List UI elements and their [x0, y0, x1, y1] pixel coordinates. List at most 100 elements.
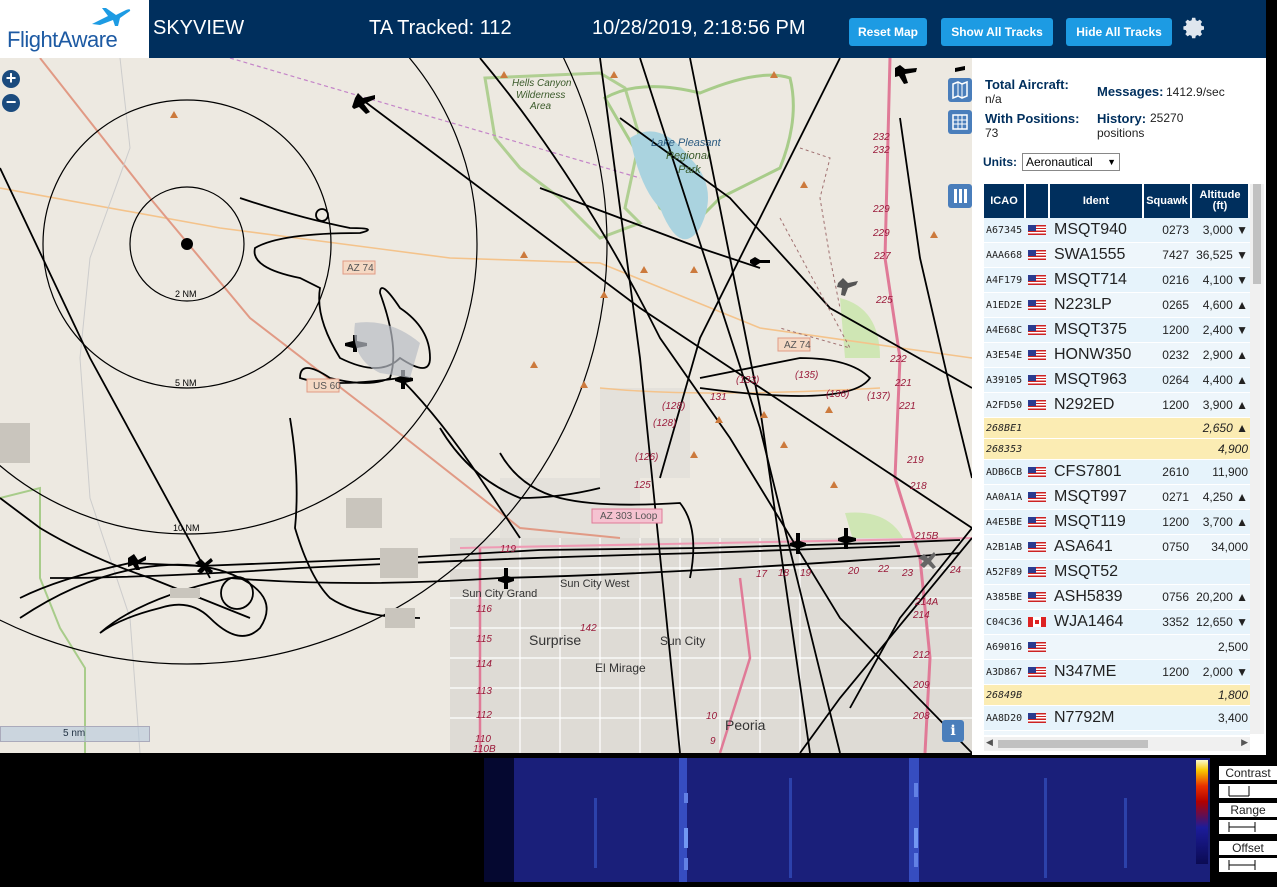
flag-cell — [1028, 667, 1052, 678]
show-all-tracks-button[interactable]: Show All Tracks — [941, 18, 1053, 46]
map-view[interactable]: 2 NM 5 NM 10 NM Hells Canyon Wilderness … — [0, 58, 972, 753]
table-row[interactable]: 26849B 1,800 — [984, 685, 1250, 706]
intensity-color-bar — [1196, 760, 1208, 864]
table-row[interactable]: AA0A1A MSQT997 0271 4,250 ▲ — [984, 485, 1250, 510]
table-row[interactable]: A4F179 MSQT714 0216 4,100 ▼ — [984, 268, 1250, 293]
table-row[interactable]: A4E68C MSQT375 1200 2,400 ▼ — [984, 318, 1250, 343]
zoom-out-button[interactable]: − — [2, 93, 20, 112]
altitude-cell: 3,900 ▲ — [1202, 398, 1248, 412]
squawk-cell: 0265 — [1162, 298, 1189, 312]
col-flag[interactable] — [1026, 184, 1050, 218]
scrollbar-thumb[interactable] — [1253, 184, 1261, 284]
flag-cell — [1028, 617, 1052, 628]
units-select[interactable]: Aeronautical ▼ — [1022, 153, 1120, 171]
table-row[interactable]: A69016 2,500 — [984, 635, 1250, 660]
history-value: 25270 — [1150, 111, 1184, 125]
history-label: History: — [1097, 111, 1147, 126]
svg-text:(136): (136) — [826, 389, 849, 400]
canada-flag-icon — [1028, 617, 1046, 627]
table-row[interactable]: 268353 4,900 — [984, 439, 1250, 460]
svg-text:(133): (133) — [736, 375, 759, 386]
us-flag-icon — [1028, 300, 1046, 310]
svg-text:5 NM: 5 NM — [175, 378, 197, 388]
col-squawk[interactable]: Squawk — [1144, 184, 1192, 218]
svg-text:209: 209 — [912, 680, 930, 691]
svg-text:Peoria: Peoria — [725, 717, 766, 733]
icao-cell: AA8D20 — [986, 712, 1023, 724]
datetime: 10/28/2019, 2:18:56 PM — [592, 17, 806, 39]
flightaware-logo[interactable]: FlightAware — [0, 0, 149, 58]
us-flag-icon — [1028, 400, 1046, 410]
squawk-cell: 0264 — [1162, 373, 1189, 387]
history-unit: positions — [1097, 126, 1145, 140]
aircraft-table[interactable]: A67345 MSQT940 0273 3,000 ▼ AAA668 SWA1555 742… — [984, 218, 1250, 735]
svg-text:229: 229 — [872, 204, 890, 215]
table-vertical-scrollbar[interactable] — [1250, 184, 1264, 734]
table-row[interactable]: A3D867 N347ME 1200 2,000 ▼ — [984, 660, 1250, 685]
scroll-left-icon[interactable]: ◀ — [986, 737, 993, 748]
flag-cell — [1028, 400, 1052, 411]
table-row[interactable]: A52F89 MSQT52 — [984, 560, 1250, 585]
table-row[interactable]: A2B1AB ASA641 0750 34,000 — [984, 535, 1250, 560]
svg-text:232: 232 — [872, 132, 890, 143]
range-label: Range — [1219, 803, 1277, 817]
col-ident[interactable]: Ident — [1050, 184, 1144, 218]
svg-text:113: 113 — [476, 686, 492, 697]
table-row[interactable]: A2FD50 N292ED 1200 3,900 ▲ — [984, 393, 1250, 418]
ident-cell: MSQT119 — [1054, 513, 1126, 530]
map-canvas[interactable]: 2 NM 5 NM 10 NM Hells Canyon Wilderness … — [0, 58, 972, 753]
reset-map-button[interactable]: Reset Map — [849, 18, 927, 46]
ident-cell: N856EF — [1052, 734, 1146, 735]
table-row[interactable]: AAA668 SWA1555 7427 36,525 ▼ — [984, 243, 1250, 268]
offset-slider[interactable] — [1219, 858, 1277, 872]
ident-cell: MSQT963 — [1054, 371, 1127, 388]
scrollbar-thumb[interactable] — [998, 740, 1148, 748]
map-layers-icon[interactable] — [948, 78, 972, 102]
icao-cell: AAA668 — [986, 249, 1023, 261]
range-slider[interactable] — [1219, 820, 1277, 834]
squawk-cell: 0750 — [1162, 540, 1189, 554]
table-horizontal-scrollbar[interactable]: ◀ ▶ — [984, 737, 1250, 751]
table-row[interactable]: AA8D20 N7792M 3,400 — [984, 706, 1250, 731]
receiver-location-marker — [181, 238, 193, 250]
col-icao[interactable]: ICAO — [984, 184, 1026, 218]
column-toggle-icon[interactable] — [948, 184, 972, 208]
table-row[interactable]: ADB6CB CFS7801 2610 11,900 — [984, 460, 1250, 485]
table-row[interactable]: A39105 MSQT963 0264 4,400 ▲ — [984, 368, 1250, 393]
flag-cell — [1028, 713, 1052, 724]
icao-cell: A3D867 — [986, 666, 1023, 678]
contrast-slider[interactable] — [1219, 784, 1277, 798]
zoom-in-button[interactable]: + — [2, 69, 20, 88]
grid-toggle-icon[interactable] — [948, 110, 972, 134]
svg-text:(128): (128) — [653, 418, 676, 429]
table-row[interactable]: A67345 MSQT940 0273 3,000 ▼ — [984, 218, 1250, 243]
table-row[interactable]: A385BE ASH5839 0756 20,200 ▲ — [984, 585, 1250, 610]
table-row[interactable]: A3E54E HONW350 0232 2,900 ▲ — [984, 343, 1250, 368]
ident-cell: MSQT52 — [1054, 563, 1119, 580]
flag-cell — [1028, 300, 1052, 311]
ident-cell: N223LP — [1054, 296, 1112, 313]
svg-text:22: 22 — [877, 564, 890, 575]
flag-cell — [1028, 492, 1052, 503]
table-row[interactable]: C04C36 WJA1464 3352 12,650 ▼ — [984, 610, 1250, 635]
svg-text:142: 142 — [580, 623, 597, 634]
col-altitude[interactable]: Altitude (ft) — [1192, 184, 1250, 218]
us-flag-icon — [1028, 542, 1046, 552]
us-flag-icon — [1028, 713, 1046, 723]
info-button[interactable]: i — [942, 720, 964, 742]
altitude-cell: 34,000 — [1211, 540, 1248, 554]
svg-text:10 NM: 10 NM — [173, 523, 200, 533]
scroll-right-icon[interactable]: ▶ — [1241, 737, 1248, 748]
svg-text:131: 131 — [710, 392, 727, 403]
hide-all-tracks-button[interactable]: Hide All Tracks — [1066, 18, 1172, 46]
total-aircraft-label: Total Aircraft: — [985, 77, 1069, 92]
table-row[interactable]: 268BE1 2,650 ▲ — [984, 418, 1250, 439]
ident-cell: MSQT940 — [1054, 221, 1127, 238]
table-row[interactable]: A4E5BE MSQT119 1200 3,700 ▲ — [984, 510, 1250, 535]
table-row[interactable]: A8B5BCN856EF1,975 — [984, 731, 1250, 735]
us-flag-icon — [1028, 250, 1046, 260]
table-row[interactable]: A1ED2E N223LP 0265 4,600 ▲ — [984, 293, 1250, 318]
flag-cell — [1028, 350, 1052, 361]
gear-icon[interactable] — [1183, 16, 1207, 40]
altitude-cell: 2,000 ▼ — [1202, 665, 1248, 679]
